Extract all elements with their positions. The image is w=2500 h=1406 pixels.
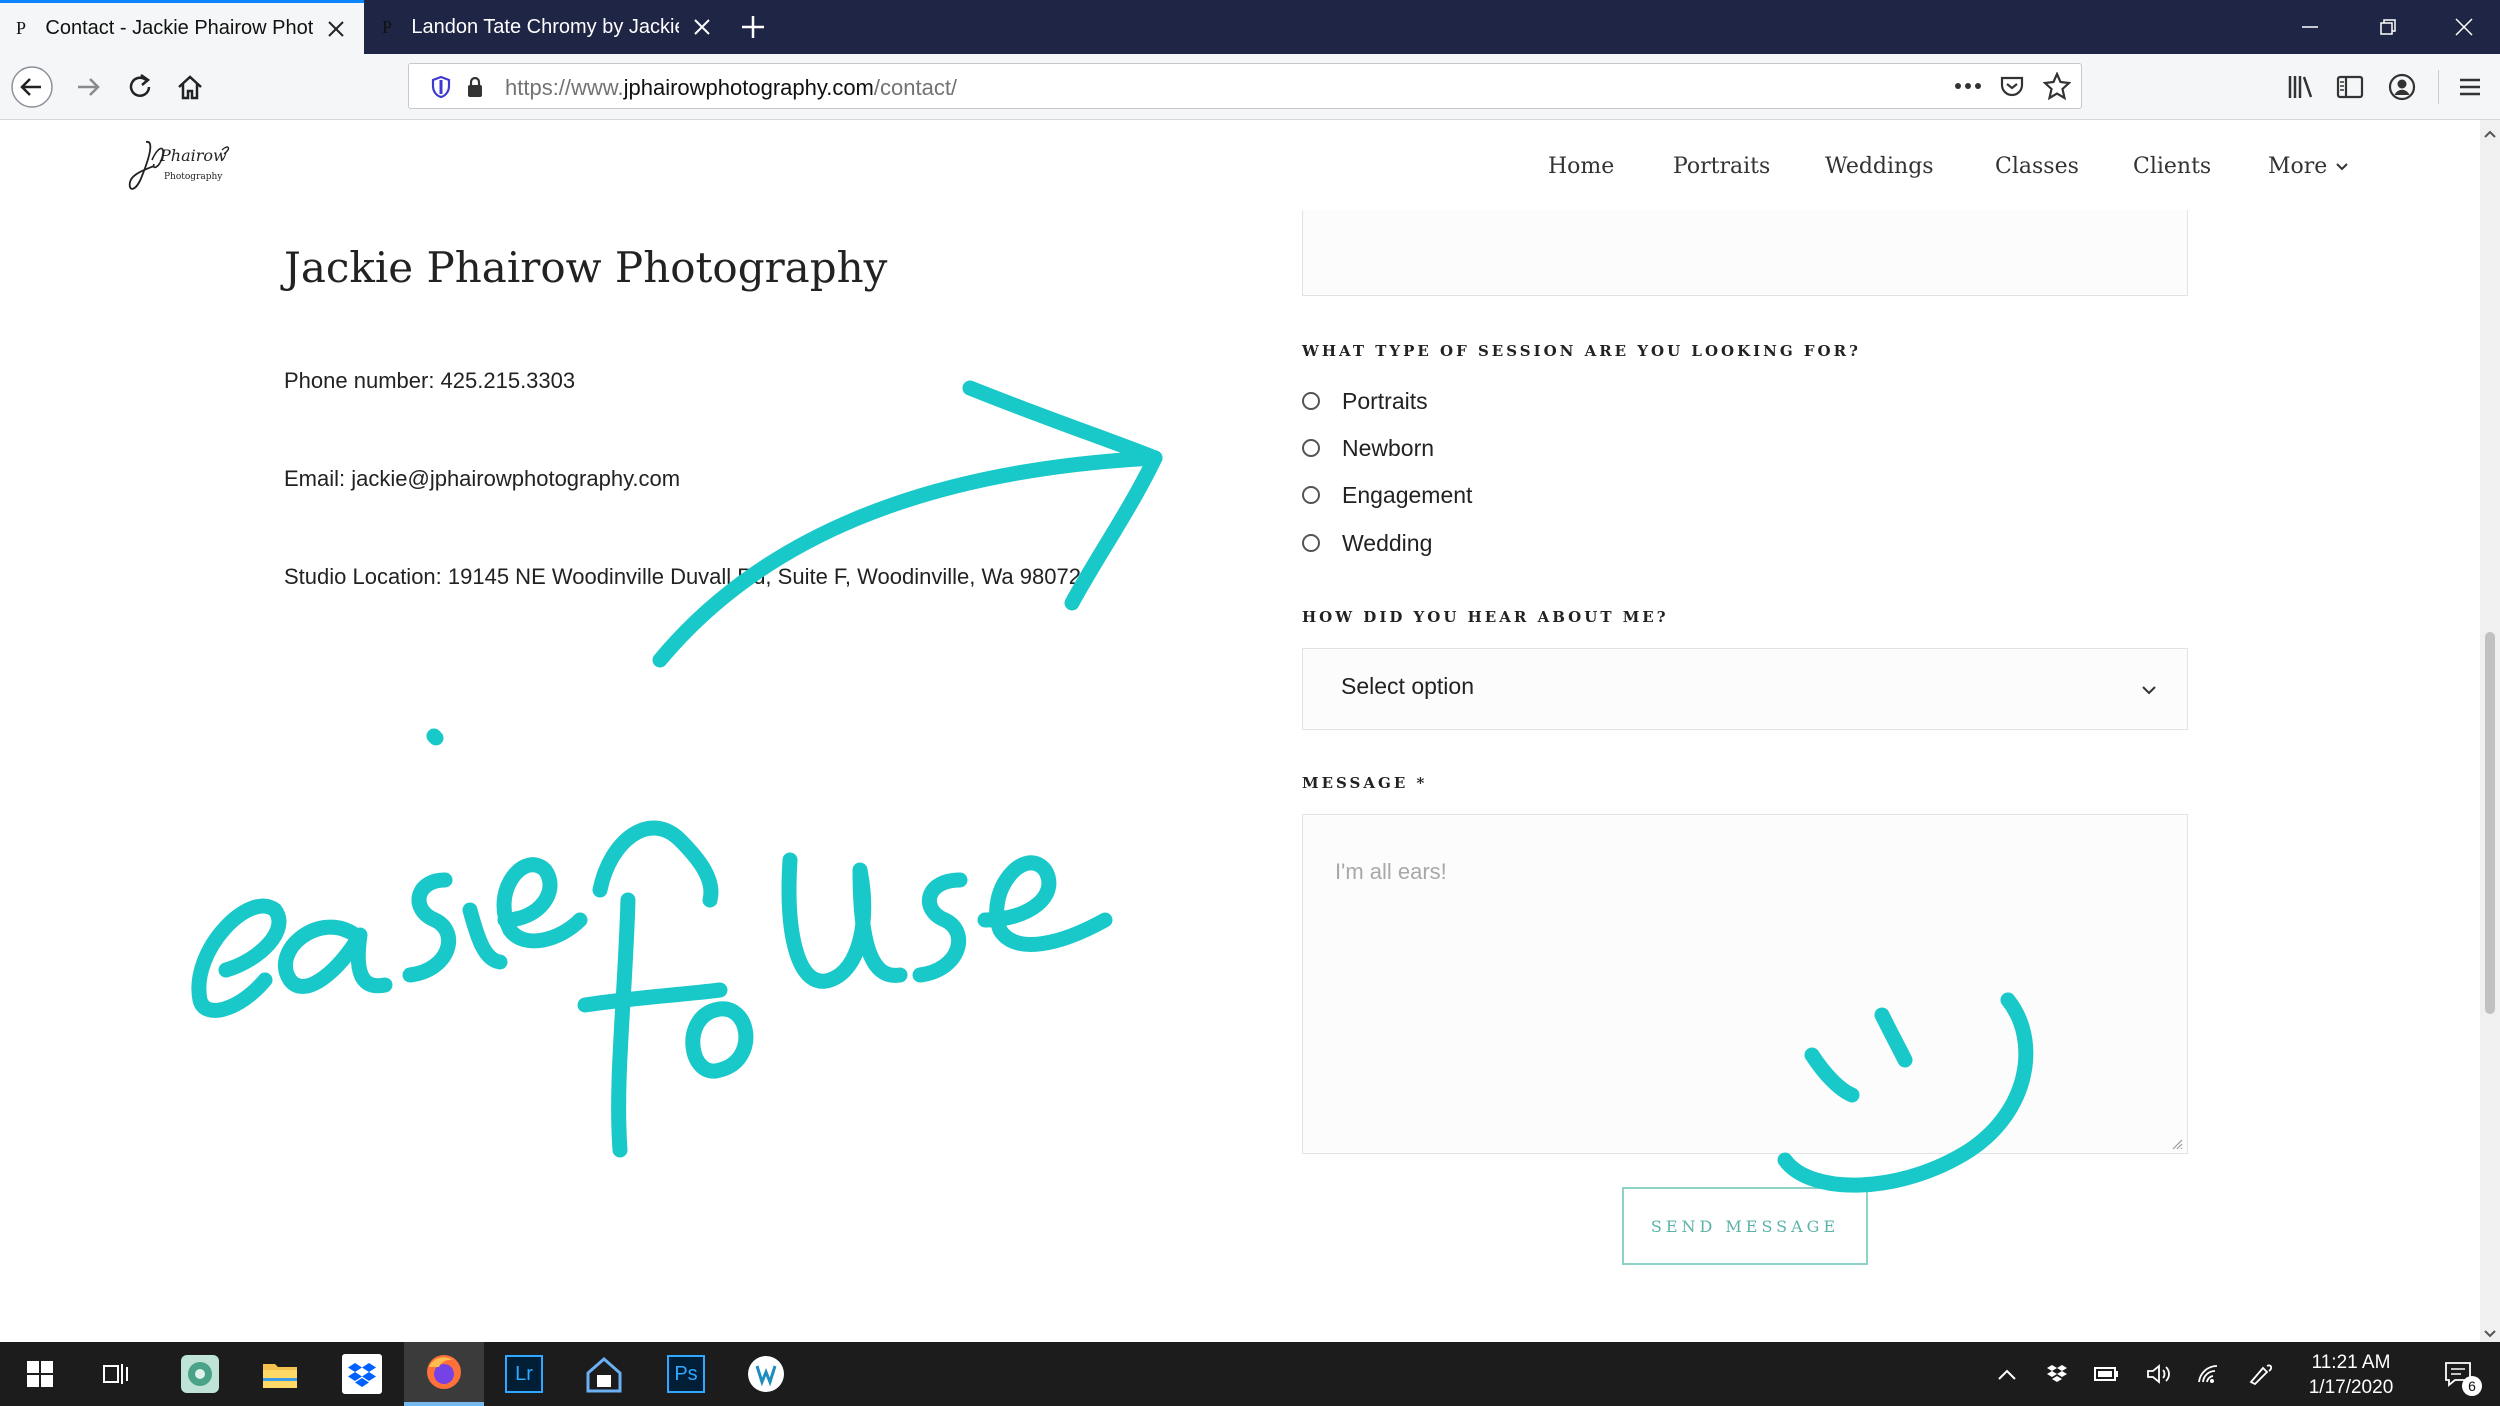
system-clock[interactable]: 11:21 AM 1/17/2020 <box>2296 1350 2406 1400</box>
library-icon[interactable] <box>2276 63 2324 111</box>
more-icon[interactable] <box>1953 74 1983 103</box>
file-explorer-icon[interactable] <box>240 1342 320 1406</box>
page-scrollbar[interactable] <box>2480 120 2500 1342</box>
scroll-up-icon[interactable] <box>2484 126 2496 144</box>
reload-icon[interactable] <box>116 63 164 111</box>
annotation-drawing <box>191 380 2034 1193</box>
restore-icon[interactable] <box>2356 0 2420 54</box>
new-tab-icon[interactable] <box>738 12 768 42</box>
clock-time: 11:21 AM <box>2311 1352 2391 1373</box>
sidebar-icon[interactable] <box>2326 63 2374 111</box>
tab-strip: P Contact - Jackie Phairow Photo P Lando… <box>0 0 2500 54</box>
tab-landon[interactable]: P Landon Tate Chromy by Jackie <box>366 0 730 54</box>
lightroom-icon[interactable]: Lr <box>484 1342 564 1406</box>
navigation-toolbar: https://www.jphairowphotography.com/cont… <box>0 54 2500 120</box>
web-page: Phairow Photography Home Portraits Weddi… <box>0 120 2480 1342</box>
show-hidden-icons-icon[interactable] <box>1982 1342 2032 1406</box>
volume-icon[interactable] <box>2134 1342 2184 1406</box>
dropbox-icon[interactable] <box>322 1342 402 1406</box>
pocket-icon[interactable] <box>1999 73 2025 104</box>
lightroom-label: Lr <box>505 1355 543 1393</box>
notification-count: 6 <box>2462 1376 2482 1396</box>
minimize-icon[interactable] <box>2278 0 2342 54</box>
pen-icon[interactable] <box>2236 1342 2286 1406</box>
star-icon[interactable] <box>2042 71 2072 105</box>
clock-date: 1/17/2020 <box>2308 1377 2394 1398</box>
firefox-icon[interactable] <box>404 1342 484 1406</box>
battery-icon[interactable] <box>2082 1342 2132 1406</box>
home-icon[interactable] <box>166 63 214 111</box>
wordpress-icon[interactable] <box>726 1342 806 1406</box>
tab-title: Contact - Jackie Phairow Photo <box>45 17 313 39</box>
forward-icon[interactable] <box>64 63 112 111</box>
dropbox-tray-icon[interactable] <box>2032 1342 2082 1406</box>
menu-icon[interactable] <box>2446 63 2494 111</box>
shield-icon[interactable] <box>431 75 451 104</box>
lock-icon[interactable] <box>465 75 485 104</box>
photoshop-icon[interactable]: Ps <box>646 1342 726 1406</box>
wifi-icon[interactable] <box>2184 1342 2234 1406</box>
scrollbar-thumb[interactable] <box>2485 632 2495 1014</box>
tab-title: Landon Tate Chromy by Jackie <box>411 15 679 38</box>
tab-favicon: P <box>16 18 27 38</box>
windows-icon[interactable] <box>0 1342 80 1406</box>
task-view-icon[interactable] <box>76 1342 156 1406</box>
toolbar-divider <box>2438 70 2439 104</box>
account-icon[interactable] <box>2378 63 2426 111</box>
photos-icon[interactable] <box>160 1342 240 1406</box>
close-tab-icon[interactable] <box>691 18 714 36</box>
home-app-icon[interactable] <box>564 1342 644 1406</box>
photoshop-label: Ps <box>667 1355 705 1393</box>
url-bar[interactable]: https://www.jphairowphotography.com/cont… <box>408 63 2082 109</box>
notifications-icon[interactable]: 6 <box>2428 1342 2488 1406</box>
windows-taskbar: Lr Ps 11:21 AM 1/17/2020 6 <box>0 1342 2500 1406</box>
close-window-icon[interactable] <box>2432 0 2496 54</box>
back-icon[interactable] <box>8 63 56 111</box>
url-text[interactable]: https://www.jphairowphotography.com/cont… <box>505 75 957 101</box>
tab-favicon: P <box>382 16 393 37</box>
close-tab-icon[interactable] <box>325 20 348 38</box>
tab-contact[interactable]: P Contact - Jackie Phairow Photo <box>0 0 364 54</box>
